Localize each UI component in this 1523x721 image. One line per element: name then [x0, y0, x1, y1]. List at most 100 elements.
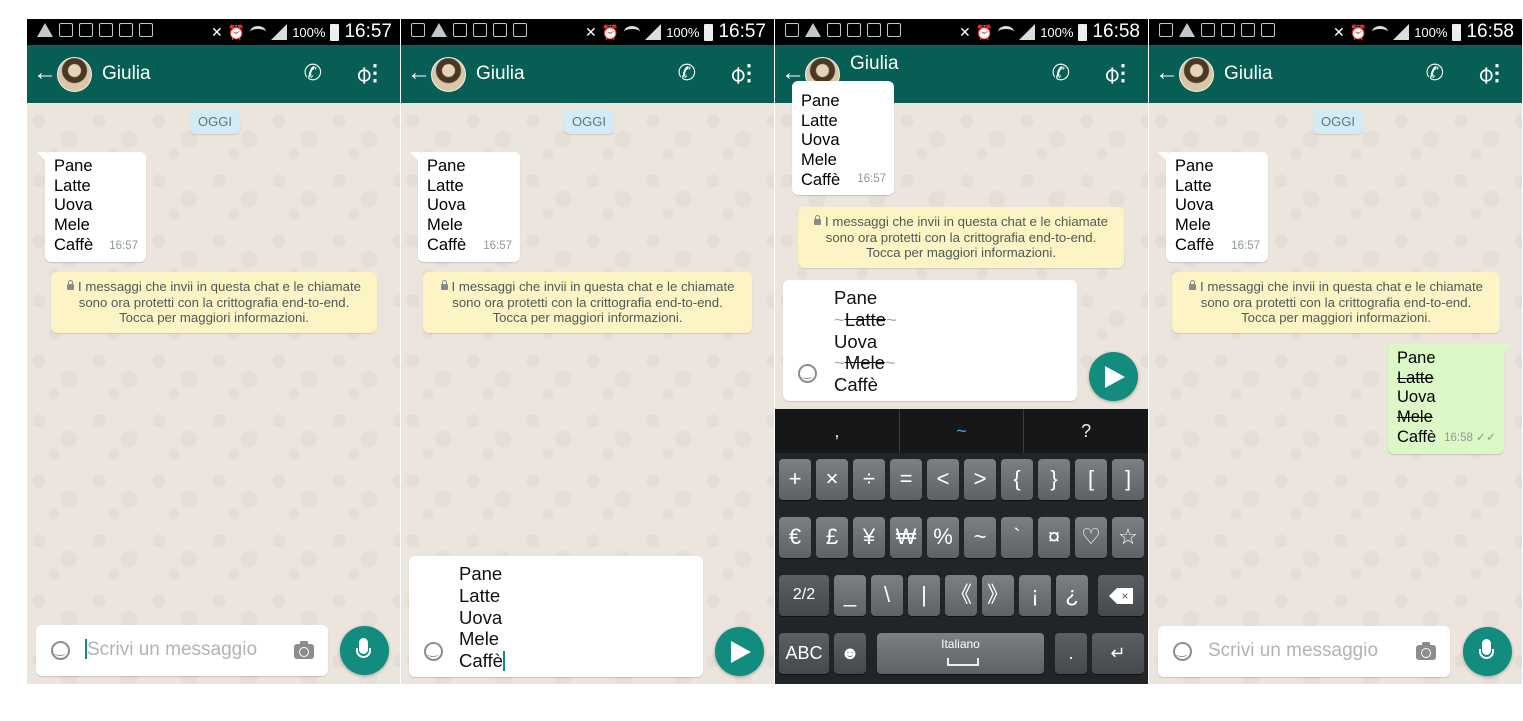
message-time: 16:58 [1444, 432, 1473, 445]
key[interactable]: ☆ [1112, 517, 1144, 558]
encryption-notice[interactable]: I messaggi che invii in questa chat e le… [423, 272, 752, 333]
input-text[interactable]: Pane Latte Uova Mele Caffè [459, 563, 505, 672]
cast-icon [411, 23, 425, 37]
more-vert-icon[interactable]: ⋮ [1486, 60, 1508, 86]
key[interactable]: | [908, 575, 940, 616]
smiley-icon[interactable] [424, 642, 443, 661]
incoming-message[interactable]: Pane Latte Uova Mele Caffè 16:57 [410, 152, 520, 262]
encryption-notice[interactable]: I messaggi che invii in questa chat e le… [798, 207, 1124, 268]
outgoing-message[interactable]: Pane Latte Uova Mele Caffè 16:58 ✓✓ [1388, 344, 1512, 454]
message-line: Pane [1397, 349, 1436, 367]
space-key[interactable]: Italiano [877, 633, 1044, 674]
period-key[interactable]: . [1055, 633, 1087, 674]
status-bar: ✕ ⏰ 100% 16:57 [401, 19, 774, 45]
more-vert-icon[interactable]: ⋮ [364, 60, 386, 86]
key[interactable]: ♡ [1075, 517, 1107, 558]
message-line: Pane [427, 157, 466, 175]
key[interactable]: = [890, 459, 922, 500]
incoming-message[interactable]: Pane Latte Uova Mele Caffè 16:57 [792, 81, 894, 195]
key[interactable]: ₩ [890, 517, 922, 558]
battery-icon [1452, 23, 1462, 41]
contact-name[interactable]: Giulia [476, 63, 525, 85]
more-vert-icon[interactable]: ⋮ [738, 60, 760, 86]
key[interactable]: > [964, 459, 996, 500]
key[interactable]: × [816, 459, 848, 500]
avatar[interactable] [1179, 57, 1214, 92]
mute-icon: ✕ [211, 23, 223, 40]
key[interactable]: ¡ [1019, 575, 1051, 616]
key[interactable]: £ [816, 517, 848, 558]
arrow-left-icon[interactable]: ← [1155, 59, 1179, 87]
mute-icon: ✕ [585, 23, 597, 40]
message-input[interactable]: Scrivi un messaggio [1158, 626, 1450, 677]
encryption-notice[interactable]: I messaggi che invii in questa chat e le… [51, 272, 377, 333]
wifi-icon [998, 26, 1015, 38]
arrow-left-icon[interactable]: ← [33, 59, 57, 87]
emoji-key[interactable]: ☻ [834, 633, 866, 674]
smiley-icon[interactable] [1173, 642, 1192, 661]
key[interactable]: _ [834, 575, 866, 616]
key[interactable]: ÷ [853, 459, 885, 500]
camera-icon[interactable] [1416, 642, 1436, 660]
enter-key[interactable]: ↵ [1092, 633, 1144, 674]
message-line: Uova [1175, 196, 1214, 215]
key[interactable]: { [1001, 459, 1033, 500]
key[interactable]: ¿ [1056, 575, 1088, 616]
send-button[interactable] [1089, 352, 1138, 401]
symbol-keyboard: , ~ ? + × ÷ = < > { } [ ] € £ ¥ ₩ % ~ ` … [775, 409, 1148, 684]
incoming-message[interactable]: Pane Latte Uova Mele Caffè 16:57 [37, 152, 146, 262]
camera-icon[interactable] [294, 641, 314, 659]
incoming-message[interactable]: Pane Latte Uova Mele Caffè 16:57 [1158, 152, 1268, 262]
key-page-toggle[interactable]: 2/2 [779, 575, 829, 616]
key[interactable]: € [779, 517, 811, 558]
message-line: Mele [1175, 216, 1211, 235]
contact-name[interactable]: Giulia [850, 53, 899, 75]
key[interactable]: ¤ [1038, 517, 1070, 558]
phone-icon[interactable]: ✆ [678, 60, 696, 86]
sim-icon [453, 23, 467, 37]
key[interactable]: ~ [964, 517, 996, 558]
phone-icon[interactable]: ✆ [1052, 60, 1070, 86]
lock-icon [814, 215, 822, 225]
screen-2: ✕ ⏰ 100% 16:57 ← Giulia ✆ ⌀ ⋮ OGGI Pane … [401, 19, 774, 684]
phone-icon[interactable]: ✆ [1426, 60, 1444, 86]
avatar[interactable] [57, 57, 92, 92]
smiley-icon[interactable] [51, 641, 70, 660]
tilde-mark: ~ [834, 352, 845, 374]
contact-name[interactable]: Giulia [1224, 63, 1273, 85]
key[interactable]: < [927, 459, 959, 500]
message-line-struck: Mele [1397, 408, 1433, 427]
input-text[interactable]: Pane ~Latte~ Uova ~Mele~ Caffè [834, 287, 897, 396]
notice-line: Tocca per maggiori informazioni. [866, 245, 1056, 261]
key[interactable]: ] [1112, 459, 1144, 500]
tilde-mark: ~ [885, 308, 897, 330]
key[interactable]: \ [871, 575, 903, 616]
key[interactable]: + [779, 459, 811, 500]
key[interactable]: ` [1001, 517, 1033, 558]
backspace-key[interactable]: × [1098, 575, 1144, 616]
send-button[interactable] [715, 627, 764, 676]
phone-icon[interactable]: ✆ [304, 60, 322, 86]
encryption-notice[interactable]: I messaggi che invii in questa chat e le… [1172, 272, 1500, 333]
mic-button[interactable] [340, 626, 389, 675]
abc-key[interactable]: ABC [779, 633, 829, 674]
message-input[interactable]: Scrivi un messaggio [36, 625, 328, 676]
alarm-icon: ⏰ [227, 23, 246, 40]
arrow-left-icon[interactable]: ← [407, 59, 431, 87]
smiley-icon[interactable] [798, 364, 817, 383]
message-input[interactable]: Pane Latte Uova Mele Caffè [409, 556, 703, 677]
suggestion-item[interactable]: ~ [900, 409, 1025, 453]
key[interactable]: } [1038, 459, 1070, 500]
key[interactable]: % [927, 517, 959, 558]
key[interactable]: 《 [945, 575, 977, 616]
suggestion-item[interactable]: ? [1024, 409, 1148, 453]
avatar[interactable] [431, 57, 466, 92]
more-vert-icon[interactable]: ⋮ [1112, 60, 1134, 86]
key[interactable]: [ [1075, 459, 1107, 500]
contact-name[interactable]: Giulia [102, 63, 151, 85]
mic-button[interactable] [1463, 627, 1512, 676]
key[interactable]: ¥ [853, 517, 885, 558]
suggestion-item[interactable]: , [775, 409, 900, 453]
key[interactable]: 》 [982, 575, 1014, 616]
message-input[interactable]: Pane ~Latte~ Uova ~Mele~ Caffè [783, 280, 1077, 401]
